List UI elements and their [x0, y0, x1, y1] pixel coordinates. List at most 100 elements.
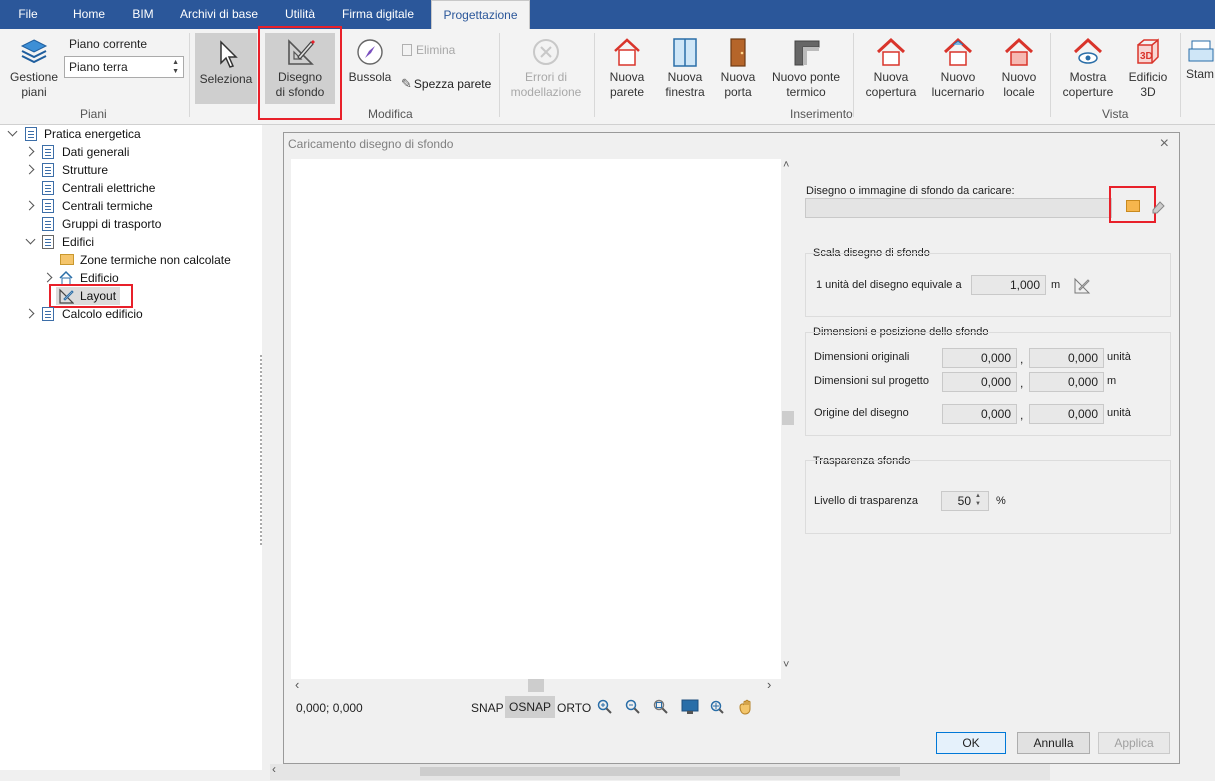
tree-node-gruppi-trasporto[interactable]: Gruppi di trasporto: [26, 215, 186, 233]
nuovo-lucernario-label: Nuovo lucernario: [931, 70, 985, 99]
scroll-right-icon[interactable]: ›: [767, 677, 771, 692]
nuova-porta-label: Nuova porta: [720, 70, 756, 99]
menu-home[interactable]: Home: [66, 0, 112, 29]
measure-triangle-icon[interactable]: [1073, 277, 1091, 295]
tree-label: Dati generali: [62, 145, 130, 159]
menu-bim[interactable]: BIM: [124, 0, 162, 29]
nuova-finestra-button[interactable]: Nuova finestra: [660, 37, 710, 100]
tree-node-pratica[interactable]: Pratica energetica: [7, 125, 168, 143]
house-wall-icon: [614, 38, 640, 66]
dim-proj-y-field[interactable]: 0,000: [1029, 372, 1104, 392]
scroll-thumb[interactable]: [420, 767, 900, 776]
scroll-thumb[interactable]: [528, 679, 544, 692]
dialog-caricamento-sfondo: Caricamento disegno di sfondo × ˄ ˅ ‹ › …: [283, 132, 1180, 764]
gestione-piani-button[interactable]: Gestione piani: [4, 37, 64, 100]
tree-label: Pratica energetica: [44, 127, 141, 141]
document-icon: [25, 127, 37, 141]
workspace-scrollbar[interactable]: ‹: [270, 762, 1050, 780]
dim-orig-label: Dimensioni originali: [814, 351, 910, 363]
origin-x-field[interactable]: 0,000: [942, 404, 1017, 424]
menu-file[interactable]: File: [8, 0, 48, 29]
menu-progettazione[interactable]: Progettazione: [431, 0, 530, 29]
seleziona-button[interactable]: Seleziona: [195, 33, 257, 104]
dim-proj-label: Dimensioni sul progetto: [814, 375, 929, 387]
canvas-hscrollbar[interactable]: ‹ ›: [291, 677, 781, 693]
nuovo-locale-button[interactable]: Nuovo locale: [994, 37, 1044, 100]
bussola-button[interactable]: Bussola: [345, 37, 395, 85]
menu-firma[interactable]: Firma digitale: [336, 0, 420, 29]
tree-node-centrali-termiche[interactable]: Centrali termiche: [24, 197, 186, 215]
document-icon: [42, 163, 54, 177]
ribbon: Gestione piani Piano corrente Piano terr…: [0, 26, 1215, 125]
pan-icon[interactable]: [709, 699, 725, 715]
panel-splitter[interactable]: [260, 355, 264, 545]
stampa-button[interactable]: Stam: [1186, 37, 1215, 82]
zoom-window-icon[interactable]: [653, 699, 669, 715]
annulla-button[interactable]: Annulla: [1017, 732, 1090, 754]
menu-archivi[interactable]: Archivi di base: [174, 0, 264, 29]
zoom-in-icon[interactable]: [597, 699, 613, 715]
chevron-down-icon[interactable]: [25, 234, 36, 245]
tree-footer: [0, 770, 262, 781]
menu-utilita[interactable]: Utilità: [276, 0, 324, 29]
mostra-coperture-button[interactable]: Mostra coperture: [1058, 37, 1118, 100]
group-vista-label: Vista: [1102, 107, 1129, 121]
chevron-right-icon[interactable]: [24, 164, 35, 175]
origin-y-field[interactable]: 0,000: [1029, 404, 1104, 424]
tree-node-strutture[interactable]: Strutture: [24, 161, 186, 179]
nuova-parete-button[interactable]: Nuova parete: [603, 37, 651, 100]
snap-toggle[interactable]: SNAP: [471, 701, 504, 715]
spinner-icon[interactable]: ▲ ▼: [172, 58, 179, 76]
canvas-vscrollbar[interactable]: ˄ ˅: [782, 159, 794, 679]
orto-toggle[interactable]: ORTO: [557, 701, 591, 715]
cube-3d-text: 3D: [1140, 51, 1153, 62]
osnap-toggle[interactable]: OSNAP: [505, 696, 556, 718]
trash-icon: [402, 44, 412, 56]
tree-node-centrali-elettriche[interactable]: Centrali elettriche: [26, 179, 186, 197]
tree-node-calcolo-edificio[interactable]: Calcolo edificio: [24, 305, 186, 323]
file-path-field[interactable]: [805, 198, 1112, 218]
chevron-down-icon[interactable]: [7, 126, 18, 137]
chevron-right-icon[interactable]: [42, 272, 53, 283]
nuovo-lucernario-button[interactable]: Nuovo lucernario: [928, 37, 988, 100]
error-icon: [533, 39, 559, 65]
ok-button[interactable]: OK: [936, 732, 1006, 754]
document-icon: [42, 307, 54, 321]
applica-button[interactable]: Applica: [1098, 732, 1170, 754]
dim-proj-x-field[interactable]: 0,000: [942, 372, 1017, 392]
zoom-out-icon[interactable]: [625, 699, 641, 715]
nuova-copertura-button[interactable]: Nuova copertura: [862, 37, 920, 100]
scroll-left-icon[interactable]: ‹: [272, 762, 276, 776]
dim-orig-y-field[interactable]: 0,000: [1029, 348, 1104, 368]
tree-node-zone-non-calcolate[interactable]: Zone termiche non calcolate: [44, 251, 244, 269]
hand-icon[interactable]: [737, 699, 755, 715]
tree-node-dati-generali[interactable]: Dati generali: [24, 143, 186, 161]
nuovo-ponte-termico-button[interactable]: Nuovo ponte termico: [768, 37, 844, 100]
chevron-right-icon[interactable]: [24, 308, 35, 319]
scroll-down-icon[interactable]: ˅: [783, 659, 789, 671]
elimina-button[interactable]: Elimina: [402, 43, 455, 57]
origin-unit: unità: [1107, 407, 1131, 419]
scroll-up-icon[interactable]: ˄: [783, 159, 789, 171]
tree-label: Zone termiche non calcolate: [80, 253, 231, 267]
spinner-icon[interactable]: ▲ ▼: [975, 492, 981, 508]
edificio-3d-button[interactable]: 3D Edificio 3D: [1122, 37, 1174, 100]
nuova-porta-button[interactable]: Nuova porta: [716, 37, 760, 100]
scroll-left-icon[interactable]: ‹: [295, 677, 299, 692]
drawing-canvas[interactable]: [291, 159, 781, 679]
close-icon[interactable]: ×: [1160, 135, 1169, 153]
errori-button[interactable]: Errori di modellazione: [506, 37, 586, 100]
piano-corrente-select[interactable]: Piano terra ▲ ▼: [64, 56, 184, 78]
monitor-icon[interactable]: [681, 699, 699, 715]
document-icon: [42, 217, 54, 231]
transp-value-field[interactable]: 50: [941, 491, 989, 511]
chevron-right-icon[interactable]: [24, 146, 35, 157]
dim-orig-x-field[interactable]: 0,000: [942, 348, 1017, 368]
stampa-label: Stam: [1186, 67, 1215, 81]
chevron-right-icon[interactable]: [24, 200, 35, 211]
scale-value-field[interactable]: 1,000: [971, 275, 1046, 295]
tree-node-edifici[interactable]: Edifici: [25, 233, 186, 251]
spezza-parete-button[interactable]: ✎ Spezza parete: [401, 76, 491, 92]
eraser-icon[interactable]: [1150, 199, 1166, 215]
scroll-thumb[interactable]: [782, 411, 794, 425]
